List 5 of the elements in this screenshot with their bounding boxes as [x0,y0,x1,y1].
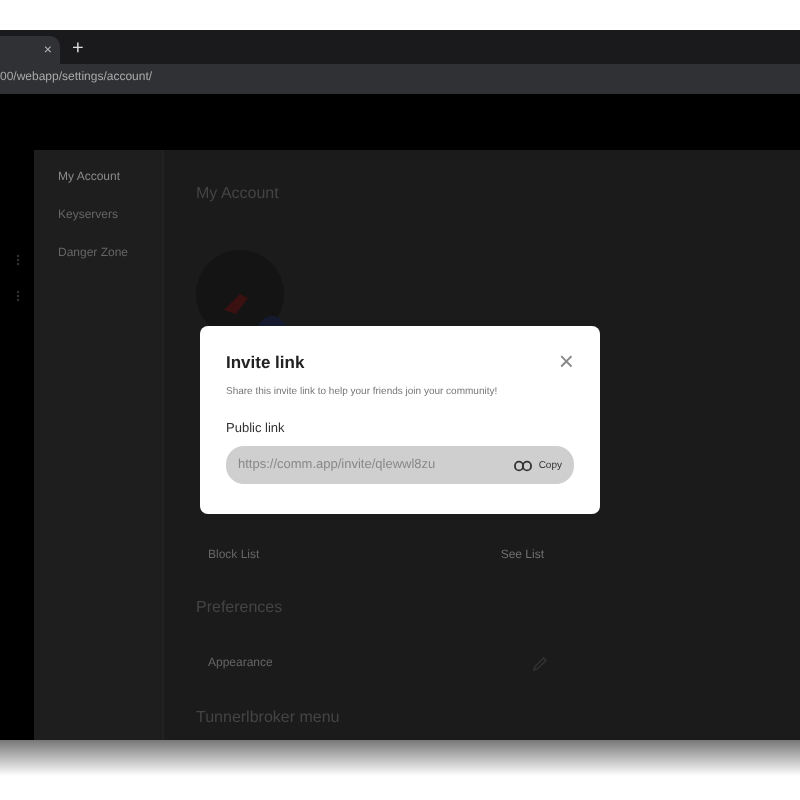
dialog-title: Invite link [226,352,305,372]
new-tab-button[interactable]: + [72,36,84,64]
pencil-icon[interactable] [532,656,548,672]
close-button[interactable]: × [558,352,574,372]
link-icon [514,459,533,471]
